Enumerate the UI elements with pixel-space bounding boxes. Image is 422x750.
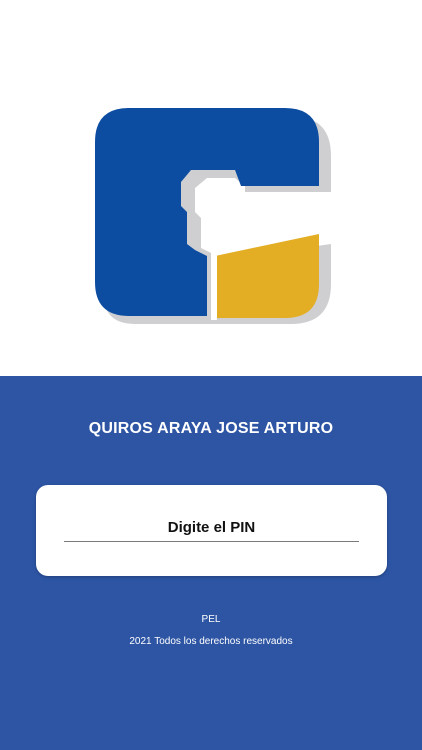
pin-input[interactable] <box>64 513 359 542</box>
user-name: QUIROS ARAYA JOSE ARTURO <box>88 420 334 437</box>
logo-area <box>0 0 422 376</box>
login-panel: QUIROS ARAYA JOSE ARTURO PEL 2021 Todos … <box>0 376 422 750</box>
footer-copyright: 2021 Todos los derechos reservados <box>129 636 293 647</box>
pin-card <box>36 485 387 576</box>
c-hammer-logo-icon <box>95 108 331 324</box>
footer-code: PEL <box>201 614 221 625</box>
